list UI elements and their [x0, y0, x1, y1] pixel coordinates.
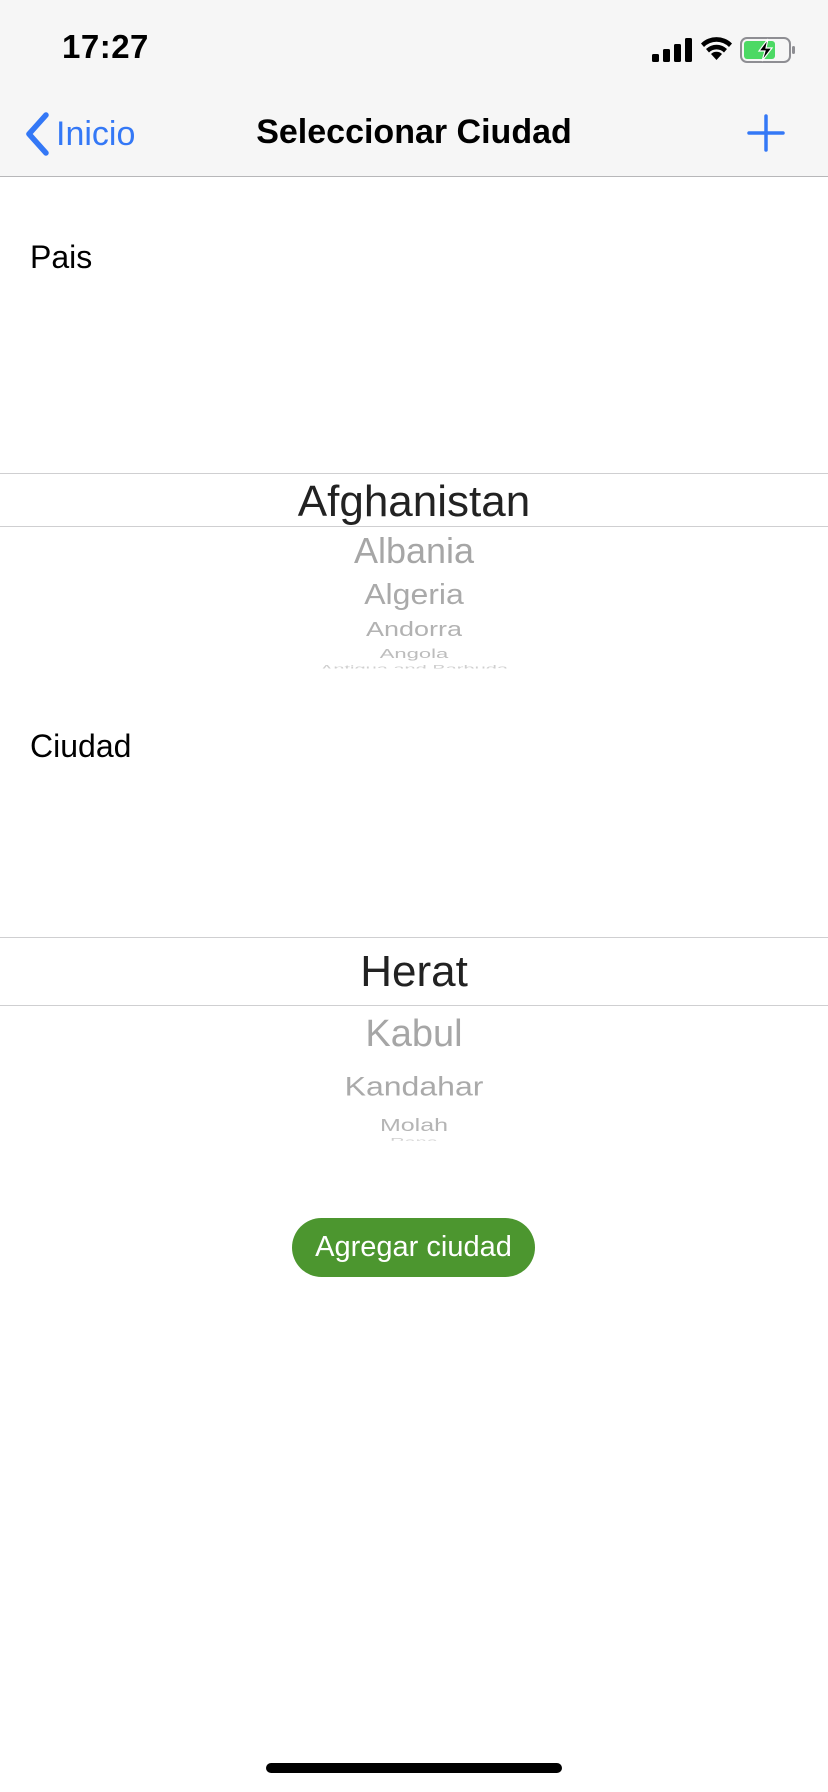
navigation-bar: Inicio Seleccionar Ciudad: [0, 95, 828, 177]
ciudad-label: Ciudad: [30, 728, 132, 764]
plus-icon[interactable]: [746, 113, 786, 153]
pais-picker[interactable]: Afghanistan Albania Algeria Andorra Ango…: [0, 470, 828, 680]
ciudad-picker-option[interactable]: Kabul: [0, 1015, 828, 1053]
picker-selection-line-top: [0, 937, 828, 938]
page-title: Seleccionar Ciudad: [256, 113, 572, 151]
status-time: 17:27: [62, 28, 149, 65]
picker-selection-line-bottom: [0, 526, 828, 527]
pais-label: Pais: [30, 239, 93, 275]
ciudad-picker-option[interactable]: Rana: [0, 1137, 828, 1141]
pais-picker-option[interactable]: Algeria: [0, 580, 828, 609]
home-indicator[interactable]: [266, 1763, 562, 1773]
pais-picker-option[interactable]: Albania: [0, 533, 828, 569]
ciudad-picker-selected[interactable]: Herat: [0, 950, 828, 994]
picker-selection-line-top: [0, 473, 828, 474]
pais-picker-option[interactable]: Angola: [0, 647, 828, 660]
ciudad-picker-option[interactable]: Molah: [0, 1116, 828, 1135]
pais-picker-selected[interactable]: Afghanistan: [0, 480, 828, 524]
agregar-ciudad-button[interactable]: Agregar ciudad: [292, 1218, 535, 1277]
status-bar: 17:27: [0, 0, 828, 95]
wifi-icon: [701, 37, 732, 60]
cellular-signal-icon: [652, 38, 692, 62]
ciudad-picker[interactable]: Herat Kabul Kandahar Molah Rana: [0, 935, 828, 1150]
pais-picker-option[interactable]: Andorra: [0, 619, 828, 639]
battery-charging-icon: [740, 37, 795, 63]
picker-selection-line-bottom: [0, 1005, 828, 1006]
pais-picker-option[interactable]: Antigua and Barbuda: [0, 664, 828, 668]
ciudad-picker-option[interactable]: Kandahar: [0, 1072, 828, 1099]
